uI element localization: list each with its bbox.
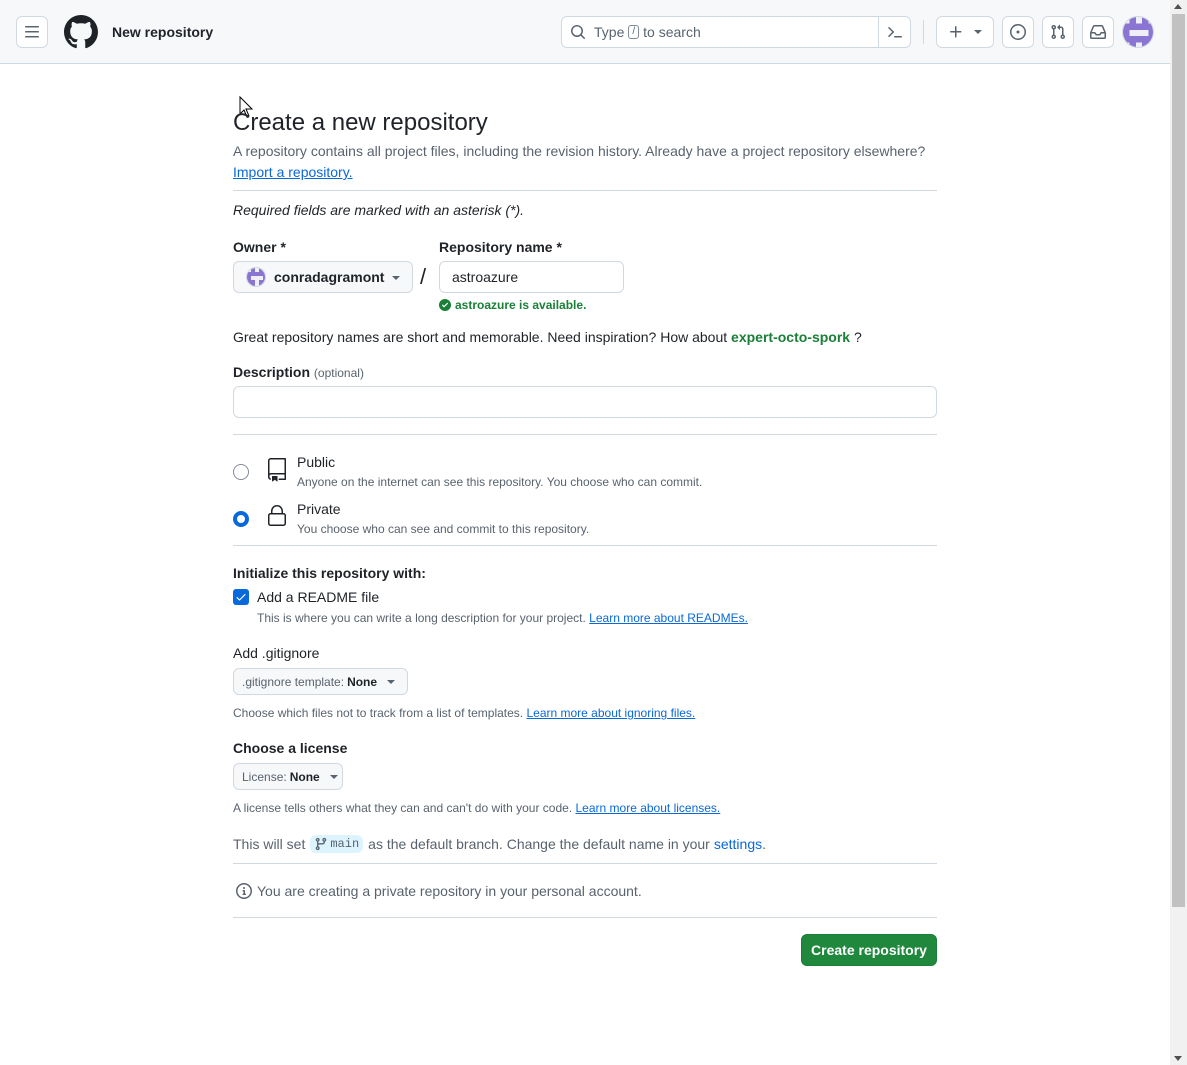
check-icon <box>236 594 246 601</box>
description-input[interactable] <box>233 386 937 418</box>
repo-icon <box>268 458 286 482</box>
private-info-note: You are creating a private repository in… <box>236 883 642 899</box>
owner-avatar <box>246 267 266 287</box>
description-label: Description (optional) <box>233 364 364 380</box>
public-radio[interactable] <box>233 464 249 480</box>
owner-label: Owner * <box>233 239 286 255</box>
license-select[interactable]: License: None <box>233 763 343 790</box>
chevron-down-icon <box>974 30 982 34</box>
inspiration-end: ? <box>853 329 862 345</box>
search-input[interactable]: Type / to search <box>561 16 911 48</box>
gitignore-note-text: Choose which files not to track from a l… <box>233 706 524 720</box>
description-label-text: Description <box>233 364 311 380</box>
owner-value: conradagramont <box>274 269 385 285</box>
search-shortcut-key: / <box>628 25 640 39</box>
license-note: A license tells others what they can and… <box>233 801 720 815</box>
gitignore-note: Choose which files not to track from a l… <box>233 706 695 720</box>
required-fields-note: Required fields are marked with an aster… <box>233 202 525 218</box>
license-select-prefix: License: <box>242 769 287 784</box>
search-text-before: Type <box>594 24 625 40</box>
owner-repo-separator: / <box>420 264 427 289</box>
page-lead: A repository contains all project files,… <box>233 143 926 159</box>
issues-button[interactable] <box>1002 16 1034 48</box>
gitignore-heading-text: Add .gitignore <box>233 645 320 661</box>
divider <box>233 190 937 191</box>
check-circle-icon <box>439 299 451 311</box>
import-repository-link[interactable]: Import a repository. <box>233 164 353 180</box>
pull-requests-icon <box>1051 24 1066 40</box>
branch-chip: main <box>310 835 364 853</box>
hamburger-icon <box>25 26 39 38</box>
branch-text-after: as the default branch. Change the defaul… <box>368 836 710 852</box>
app-header: New repository Type / to search <box>0 0 1170 64</box>
page-scrollbar[interactable] <box>1170 0 1187 1065</box>
search-text-after: to search <box>643 24 701 40</box>
info-icon <box>236 883 252 899</box>
gitignore-heading: Add .gitignore <box>233 645 319 661</box>
github-logo-icon[interactable] <box>64 15 98 49</box>
init-heading: Initialize this repository with: <box>233 565 426 581</box>
public-title: Public <box>297 454 336 470</box>
owner-select[interactable]: conradagramont <box>233 261 413 293</box>
divider <box>233 434 937 435</box>
default-branch-note: This will set main as the default branch… <box>233 835 766 853</box>
optional-tag: (optional) <box>313 366 364 380</box>
pull-requests-button[interactable] <box>1042 16 1074 48</box>
chevron-down-icon <box>392 276 400 280</box>
availability-text: astroazure is available. <box>455 298 587 312</box>
inspiration-text: Great repository names are short and mem… <box>233 329 728 345</box>
header-context-title[interactable]: New repository <box>112 24 213 40</box>
scroll-down-icon[interactable] <box>1174 1056 1182 1061</box>
info-text: You are creating a private repository in… <box>257 883 642 899</box>
private-radio[interactable] <box>233 511 249 527</box>
issues-icon <box>1010 24 1026 40</box>
command-palette-icon <box>887 27 902 38</box>
gitignore-select-value: None <box>347 674 378 689</box>
git-branch-icon <box>316 837 327 851</box>
inbox-icon <box>1090 25 1106 39</box>
branch-text-end: . <box>762 836 766 852</box>
private-description: You choose who can see and commit to thi… <box>297 522 590 536</box>
inbox-button[interactable] <box>1082 16 1114 48</box>
hamburger-menu-button[interactable] <box>16 16 48 48</box>
chevron-down-icon <box>329 774 338 779</box>
license-note-text: A license tells others what they can and… <box>233 801 573 815</box>
repository-name-input[interactable] <box>439 261 624 293</box>
license-heading: Choose a license <box>233 740 348 756</box>
gitignore-template-select[interactable]: .gitignore template: None <box>233 668 408 695</box>
private-title: Private <box>297 501 341 517</box>
availability-message: astroazure is available. <box>439 298 586 312</box>
gitignore-learn-more-link[interactable]: Learn more about ignoring files. <box>526 706 695 720</box>
public-description: Anyone on the internet can see this repo… <box>297 475 703 489</box>
readme-note: This is where you can write a long descr… <box>257 611 748 625</box>
license-learn-more-link[interactable]: Learn more about licenses. <box>576 801 721 815</box>
repo-name-label: Repository name * <box>439 239 562 255</box>
create-repository-button[interactable]: Create repository <box>801 934 937 966</box>
scroll-up-icon[interactable] <box>1174 4 1182 9</box>
name-inspiration: Great repository names are short and mem… <box>233 329 862 345</box>
create-new-button[interactable] <box>936 16 994 48</box>
license-select-value: None <box>289 769 320 784</box>
header-divider <box>923 20 924 44</box>
branch-text-before: This will set <box>233 836 306 852</box>
branch-name: main <box>330 837 360 851</box>
search-icon <box>570 24 586 40</box>
gitignore-select-prefix: .gitignore template: <box>242 674 345 689</box>
divider <box>233 545 937 546</box>
command-palette-button[interactable] <box>878 17 910 47</box>
plus-icon <box>950 26 962 38</box>
readme-label[interactable]: Add a README file <box>257 589 379 605</box>
readme-checkbox[interactable] <box>233 589 249 605</box>
user-avatar[interactable] <box>1122 16 1154 48</box>
chevron-down-icon <box>387 679 396 684</box>
scrollbar-thumb[interactable] <box>1172 14 1185 907</box>
divider <box>233 863 937 864</box>
lock-icon <box>268 505 286 526</box>
readme-note-text: This is where you can write a long descr… <box>257 611 586 625</box>
settings-link[interactable]: settings <box>714 836 762 852</box>
divider <box>233 917 937 918</box>
name-suggestion-link[interactable]: expert-octo-spork <box>731 329 850 345</box>
readme-learn-more-link[interactable]: Learn more about READMEs. <box>589 611 748 625</box>
page-title: Create a new repository <box>233 109 488 136</box>
